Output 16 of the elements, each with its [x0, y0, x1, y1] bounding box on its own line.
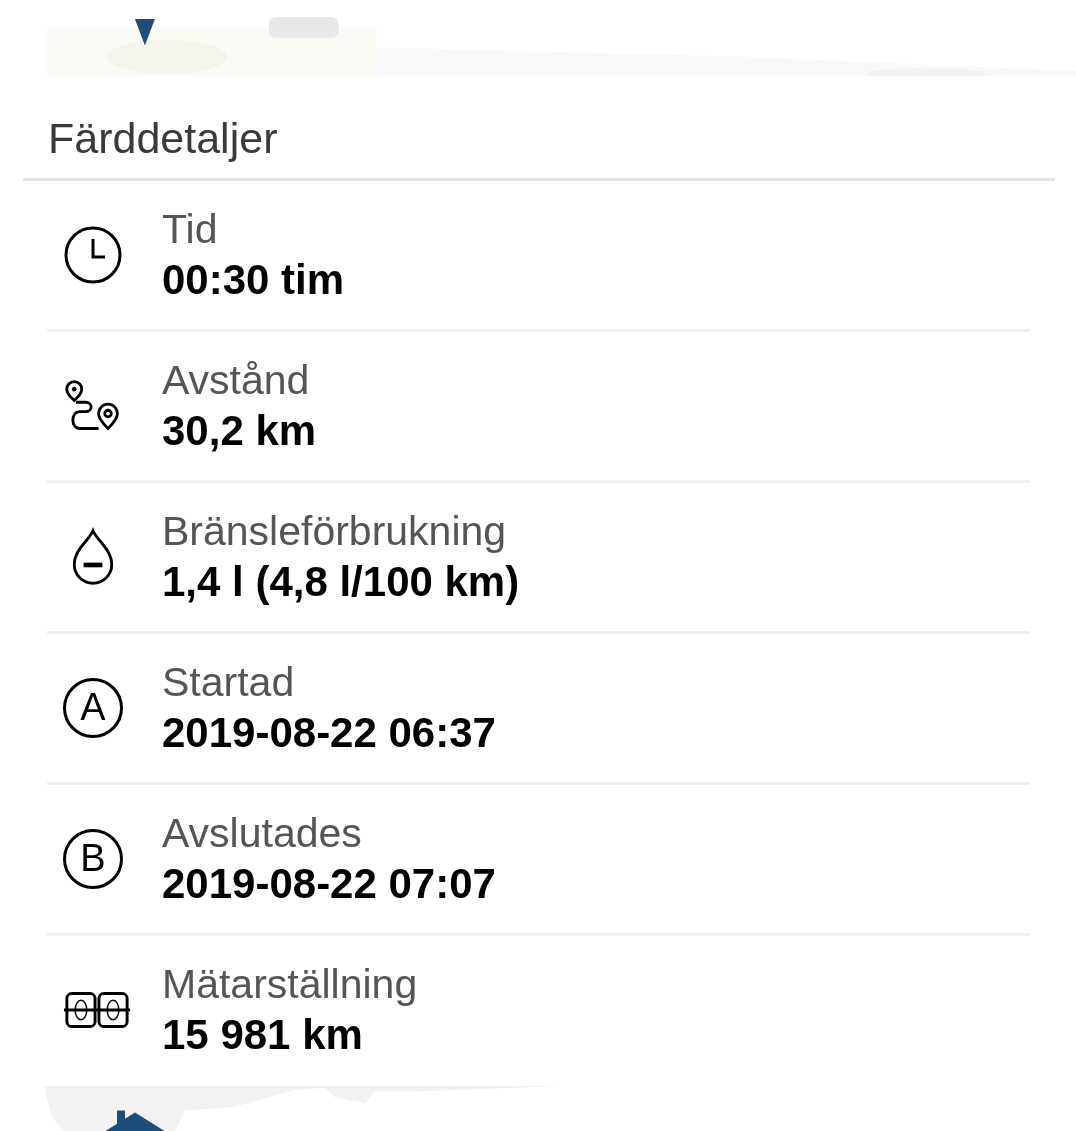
detail-value: 30,2 km — [162, 405, 317, 456]
detail-value: 2019-08-22 07:07 — [162, 858, 496, 909]
detail-value: 1,4 l (4,8 l/100 km) — [162, 556, 520, 607]
detail-label: Avstånd — [162, 355, 311, 405]
detail-value: 15 981 km — [162, 1009, 364, 1060]
detail-label: Bränsleförbrukning — [162, 506, 508, 556]
detail-value: 00:30 tim — [162, 254, 345, 305]
detail-value: 2019-08-22 06:37 — [162, 707, 496, 758]
marker-icon: A — [63, 677, 123, 738]
detail-label: Mätarställning — [162, 959, 418, 1009]
marker-icon: B — [63, 828, 123, 889]
detail-label: Avslutades — [162, 808, 363, 858]
detail-label: Startad — [162, 657, 296, 707]
detail-label: Tid — [162, 204, 219, 254]
section-title: Färddetaljer — [48, 113, 278, 162]
clock-icon — [63, 224, 123, 285]
